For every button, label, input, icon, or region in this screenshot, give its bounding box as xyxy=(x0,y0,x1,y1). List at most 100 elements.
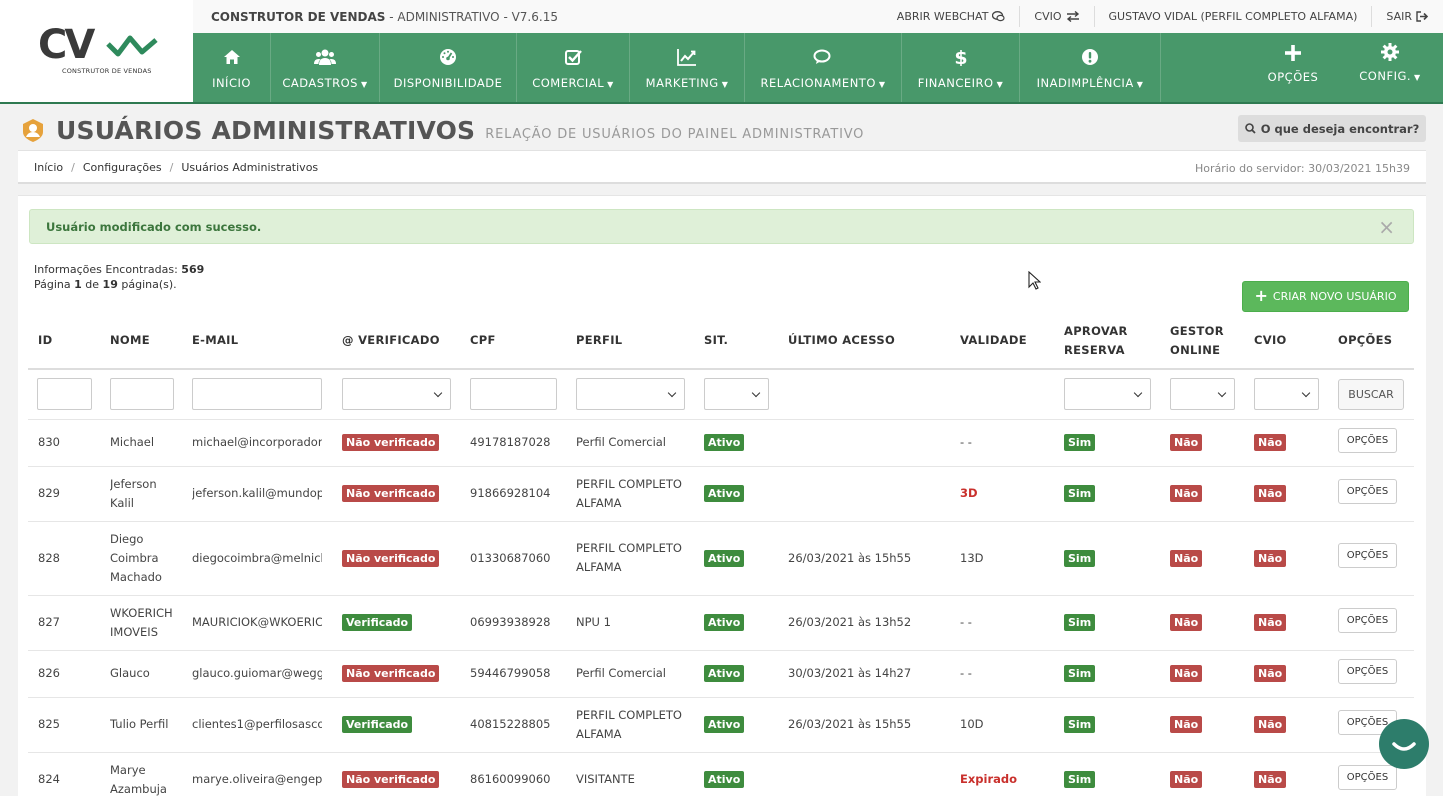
col-cpf[interactable]: CPF xyxy=(470,331,496,350)
row-divider xyxy=(28,595,1414,596)
row-options-button[interactable]: OPÇÕES xyxy=(1338,479,1397,504)
search-button[interactable]: BUSCAR xyxy=(1338,379,1404,410)
mouse-cursor-icon xyxy=(1028,271,1041,290)
cvio-badge: Não xyxy=(1254,434,1287,451)
filter-sit-select[interactable] xyxy=(704,378,769,410)
filter-email-input[interactable] xyxy=(192,378,322,410)
breadcrumb-bar: Início / Configurações / Usuários Administra… xyxy=(18,150,1426,184)
logout-icon xyxy=(1416,11,1429,22)
row-options-button[interactable]: OPÇÕES xyxy=(1338,659,1397,684)
verified-badge: Verificado xyxy=(342,614,413,631)
filter-divider xyxy=(28,419,1414,420)
cell-id: 827 xyxy=(38,615,60,629)
col-cvio[interactable]: CVIO xyxy=(1254,331,1287,350)
dollar-icon: $ xyxy=(954,48,967,66)
open-webchat-link[interactable]: ABRIR WEBCHAT xyxy=(883,6,1020,27)
svg-text:CV: CV xyxy=(38,22,95,64)
cell-email: michael@incorporadora xyxy=(192,435,322,449)
col-verificado[interactable]: @ VERIFICADO xyxy=(342,331,440,350)
col-perfil[interactable]: PERFIL xyxy=(576,331,622,350)
user-profile-link[interactable]: GUSTAVO VIDAL (PERFIL COMPLETO ALFAMA) xyxy=(1093,6,1372,27)
chevron-down-icon: ▼ xyxy=(996,79,1004,89)
chevron-down-icon: ▼ xyxy=(360,79,368,89)
gestor-badge: Não xyxy=(1170,434,1203,451)
verified-badge: Verificado xyxy=(342,716,413,733)
create-user-button[interactable]: + CRIAR NOVO USUÁRIO xyxy=(1242,281,1409,312)
col-sit[interactable]: SIT. xyxy=(704,331,728,350)
row-options-button[interactable]: OPÇÕES xyxy=(1338,543,1397,568)
row-options-button[interactable]: OPÇÕES xyxy=(1338,428,1397,453)
chat-icon xyxy=(992,11,1006,22)
logo-mark-icon: CV xyxy=(38,22,158,64)
filter-cpf-input[interactable] xyxy=(470,378,557,410)
filter-perfil-select[interactable] xyxy=(576,378,685,410)
cell-id: 828 xyxy=(38,551,60,565)
col-ultimo-acesso[interactable]: ÚLTIMO ACESSO xyxy=(788,331,895,350)
user-settings-icon xyxy=(23,119,43,142)
col-id[interactable]: ID xyxy=(38,331,52,350)
col-validade[interactable]: VALIDADE xyxy=(960,331,1027,350)
page-subtitle: RELAÇÃO DE USUÁRIOS DO PAINEL ADMINISTRA… xyxy=(485,126,865,142)
row-divider xyxy=(28,521,1414,522)
status-badge: Ativo xyxy=(704,614,745,631)
filter-id-input[interactable] xyxy=(37,378,92,410)
col-opcoes: OPÇÕES xyxy=(1338,333,1393,347)
nav-cadastros[interactable]: CADASTROS ▼ xyxy=(271,33,380,102)
nav-comercial[interactable]: COMERCIAL ▼ xyxy=(517,33,630,102)
row-options-button[interactable]: OPÇÕES xyxy=(1338,608,1397,633)
filter-nome-input[interactable] xyxy=(110,378,174,410)
cell-perfil: NPU 1 xyxy=(576,615,611,629)
aprovar-badge: Sim xyxy=(1064,485,1096,502)
cell-nome: Glauco xyxy=(110,666,150,680)
filter-cvio-select[interactable] xyxy=(1254,378,1319,410)
nav-relacionamento[interactable]: RELACIONAMENTO ▼ xyxy=(745,33,902,102)
cvio-badge: Não xyxy=(1254,550,1287,567)
logout-link[interactable]: SAIR xyxy=(1371,6,1443,27)
checkbox-icon xyxy=(565,49,582,65)
cvio-link[interactable]: CVIO xyxy=(1019,6,1093,27)
verified-badge: Não verificado xyxy=(342,434,440,451)
cell-cpf: 91866928104 xyxy=(470,486,551,500)
filter-aprovar-select[interactable] xyxy=(1064,378,1151,410)
nav-disponibilidade[interactable]: DISPONIBILIDADE xyxy=(380,33,517,102)
cell-nome: Jeferson Kalil xyxy=(110,477,157,510)
status-badge: Ativo xyxy=(704,550,745,567)
find-button[interactable]: O que deseja encontrar? xyxy=(1238,115,1426,142)
plus-icon: + xyxy=(1254,286,1268,305)
nav-marketing[interactable]: MARKETING ▼ xyxy=(630,33,745,102)
nav-financeiro[interactable]: $ FINANCEIRO ▼ xyxy=(902,33,1020,102)
cell-ultimo-acesso: 26/03/2021 às 15h55 xyxy=(788,717,912,731)
nav-inicio[interactable]: INÍCIO xyxy=(193,33,271,102)
chevron-down-icon: ▼ xyxy=(721,79,729,89)
cvio-badge: Não xyxy=(1254,771,1287,788)
cell-email: marye.oliveira@engepa xyxy=(192,772,322,786)
row-divider xyxy=(28,466,1414,467)
aprovar-badge: Sim xyxy=(1064,716,1096,733)
nav-opcoes[interactable]: OPÇÕES xyxy=(1258,33,1328,102)
cell-cpf: 59446799058 xyxy=(470,666,551,680)
breadcrumb-configuracoes[interactable]: Configurações xyxy=(83,161,162,174)
gestor-badge: Não xyxy=(1170,550,1203,567)
row-divider xyxy=(28,752,1414,753)
cell-nome: Marye Azambuja xyxy=(110,763,167,796)
close-icon[interactable]: × xyxy=(1378,215,1395,239)
results-info: Informações Encontradas: 569 Página 1 de… xyxy=(34,263,205,291)
cell-validade: - - xyxy=(960,435,972,449)
status-badge: Ativo xyxy=(704,485,745,502)
nav-inadimplencia[interactable]: INADIMPLÊNCIA ▼ xyxy=(1020,33,1161,102)
filter-gestor-select[interactable] xyxy=(1170,378,1235,410)
chat-widget-button[interactable] xyxy=(1379,719,1429,769)
breadcrumb-inicio[interactable]: Início xyxy=(34,161,63,174)
col-aprovar-reserva[interactable]: APROVAR RESERVA xyxy=(1064,322,1144,360)
top-bar: CONSTRUTOR DE VENDAS - ADMINISTRATIVO - … xyxy=(193,0,1443,33)
col-nome[interactable]: NOME xyxy=(110,331,150,350)
cell-validade: - - xyxy=(960,615,972,629)
filter-verificado-select[interactable] xyxy=(342,378,451,410)
col-email[interactable]: E-MAIL xyxy=(192,331,238,350)
nav-config[interactable]: CONFIG. ▼ xyxy=(1343,33,1437,102)
cell-perfil: PERFIL COMPLETO ALFAMA xyxy=(576,541,682,574)
cvio-badge: Não xyxy=(1254,614,1287,631)
aprovar-badge: Sim xyxy=(1064,550,1096,567)
col-gestor-online[interactable]: GESTOR ONLINE xyxy=(1170,322,1240,360)
logo[interactable]: CV CONSTRUTOR DE VENDAS xyxy=(0,0,193,102)
